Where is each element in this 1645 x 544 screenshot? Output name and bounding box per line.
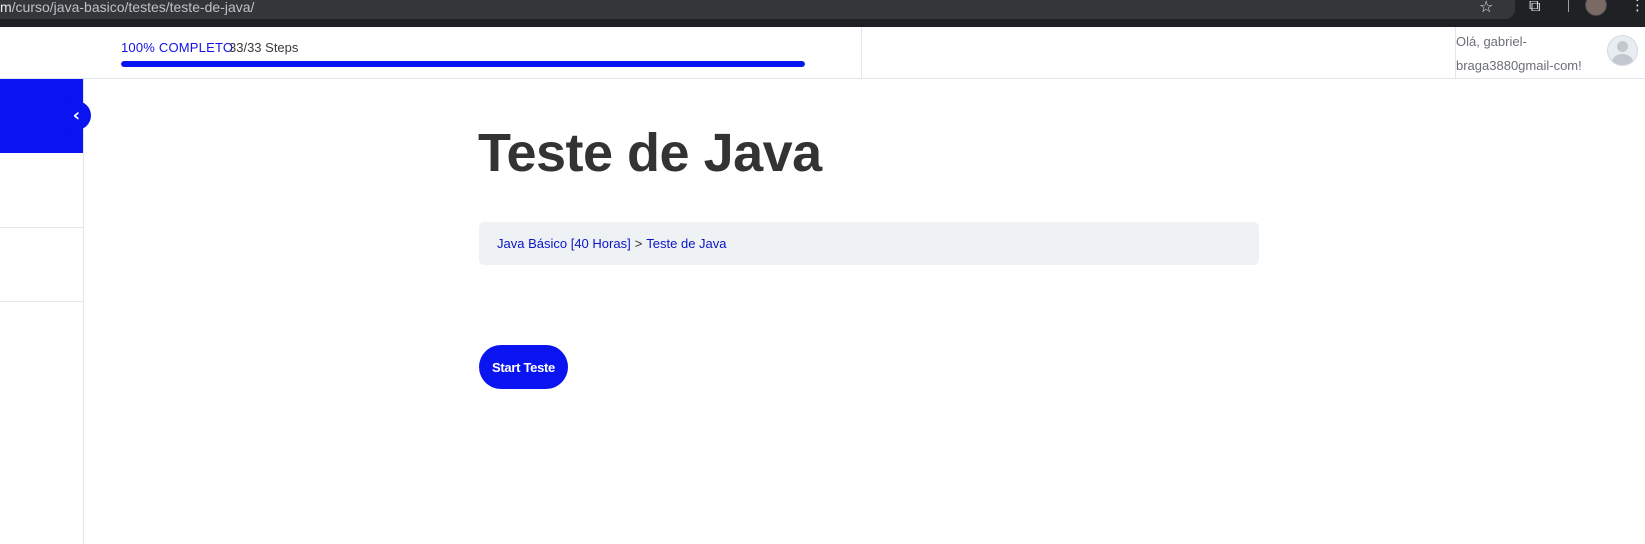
breadcrumb-link-course[interactable]: Java Básico [40 Horas] bbox=[497, 236, 631, 251]
breadcrumb-link-current[interactable]: Teste de Java bbox=[646, 236, 726, 251]
profile-avatar[interactable] bbox=[1585, 0, 1607, 16]
chevron-left-icon: ‹ bbox=[72, 105, 81, 126]
progress-bar-fill bbox=[121, 61, 805, 67]
course-sidebar bbox=[0, 79, 84, 544]
avatar-body-shape bbox=[1612, 54, 1633, 65]
browser-toolbar: m/curso/java-basico/testes/teste-de-java… bbox=[0, 0, 1645, 27]
breadcrumb: Java Básico [40 Horas] > Teste de Java bbox=[479, 222, 1259, 265]
header-divider bbox=[861, 27, 862, 78]
progress-steps-label: 33/33 Steps bbox=[229, 40, 299, 55]
extensions-icon[interactable]: ⧉ bbox=[1529, 0, 1540, 15]
breadcrumb-separator: > bbox=[634, 236, 643, 251]
page-title: Teste de Java bbox=[478, 123, 822, 183]
star-icon[interactable]: ☆ bbox=[1479, 0, 1493, 16]
course-header: 100% COMPLETO 33/33 Steps Olá, gabriel-b… bbox=[0, 27, 1645, 79]
avatar[interactable] bbox=[1607, 35, 1638, 66]
user-greeting[interactable]: Olá, gabriel-braga3880gmail-com! bbox=[1456, 30, 1586, 78]
address-bar[interactable]: m/curso/java-basico/testes/teste-de-java… bbox=[0, 0, 1515, 19]
sidebar-collapse-button[interactable]: ‹ bbox=[62, 101, 91, 130]
url-path: /curso/java-basico/testes/teste-de-java/ bbox=[11, 0, 255, 15]
sidebar-item[interactable] bbox=[0, 153, 83, 228]
avatar-head-shape bbox=[1617, 41, 1628, 52]
url-text[interactable]: m/curso/java-basico/testes/teste-de-java… bbox=[0, 0, 254, 17]
url-host: m bbox=[0, 0, 12, 15]
toolbar-divider bbox=[1568, 0, 1569, 12]
more-vert-icon[interactable]: ⋮ bbox=[1630, 0, 1645, 14]
progress-bar bbox=[121, 61, 805, 67]
start-test-button[interactable]: Start Teste bbox=[479, 345, 568, 389]
progress-percent-label: 100% COMPLETO bbox=[121, 40, 234, 55]
sidebar-item[interactable] bbox=[0, 241, 83, 302]
